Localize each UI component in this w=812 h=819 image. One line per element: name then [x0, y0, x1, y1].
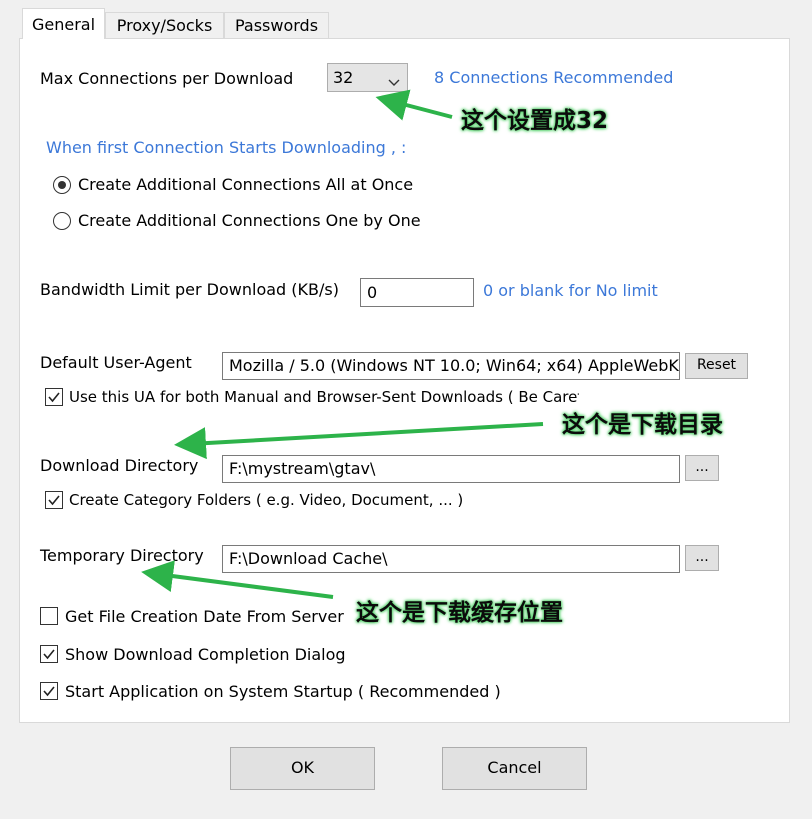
annotation-temp-dir: 这个是下载缓存位置: [356, 600, 563, 626]
ok-button[interactable]: OK: [230, 747, 375, 790]
arrow-download-dir-icon: [174, 422, 544, 460]
annotation-download-dir: 这个是下载目录: [562, 412, 723, 438]
arrow-max-conn-icon: [375, 89, 453, 121]
arrow-temp-dir-icon: [141, 560, 334, 599]
ok-button-label: OK: [290, 758, 315, 777]
tab-general-label: General: [31, 15, 96, 34]
annotation-arrows: [141, 89, 544, 599]
tab-general[interactable]: General: [22, 8, 105, 39]
annotation-max-conn: 这个设置成32: [461, 108, 609, 134]
cancel-button[interactable]: Cancel: [442, 747, 587, 790]
cancel-button-label: Cancel: [487, 758, 542, 777]
